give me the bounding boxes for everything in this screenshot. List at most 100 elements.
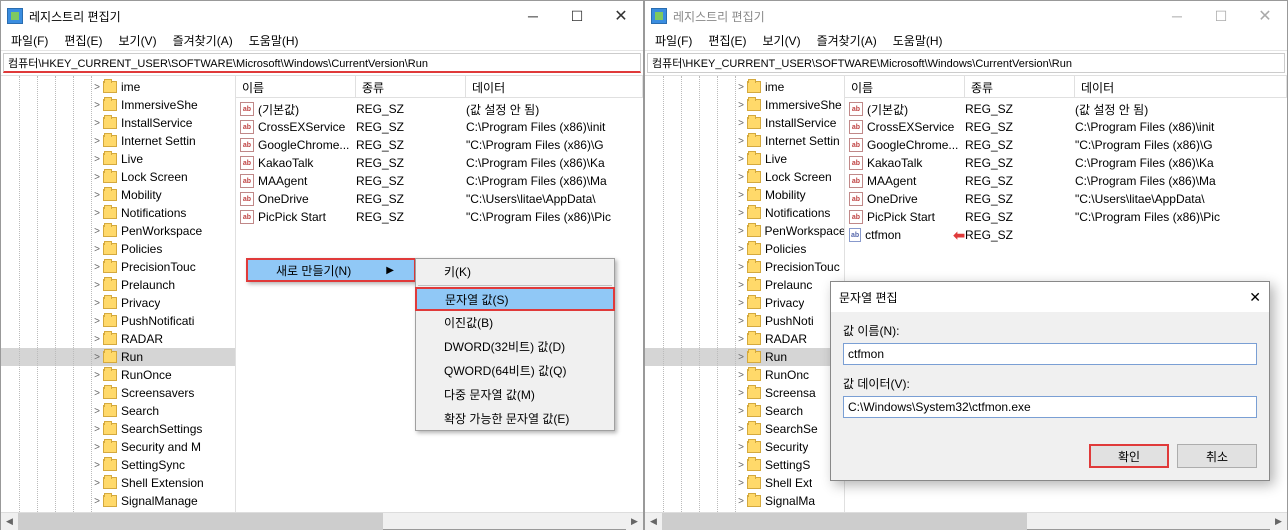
cancel-button[interactable]: 취소	[1177, 444, 1257, 468]
expand-icon[interactable]: >	[91, 424, 103, 435]
menu-file[interactable]: 파일(F)	[5, 30, 54, 51]
addressbar[interactable]: 컴퓨터\HKEY_CURRENT_USER\SOFTWARE\Microsoft…	[3, 53, 641, 73]
tree-item[interactable]: >Privacy	[645, 294, 844, 312]
ctx-new[interactable]: 새로 만들기(N) ▶	[246, 258, 416, 282]
tree-item[interactable]: >Search	[645, 402, 844, 420]
expand-icon[interactable]: >	[735, 442, 747, 453]
list-item[interactable]: abPicPick StartREG_SZ"C:\Program Files (…	[236, 208, 643, 226]
expand-icon[interactable]: >	[91, 262, 103, 273]
list-item[interactable]: abGoogleChrome...REG_SZ"C:\Program Files…	[845, 136, 1287, 154]
tree-item[interactable]: >PushNoti	[645, 312, 844, 330]
tree-item[interactable]: >Privacy	[1, 294, 235, 312]
menu-view[interactable]: 보기(V)	[112, 30, 162, 51]
expand-icon[interactable]: >	[735, 172, 747, 183]
tree-view[interactable]: >ime>ImmersiveShe>InstallService>Interne…	[645, 76, 845, 512]
expand-icon[interactable]: >	[735, 478, 747, 489]
expand-icon[interactable]: >	[91, 442, 103, 453]
expand-icon[interactable]: >	[91, 190, 103, 201]
scroll-left-icon[interactable]: ◀	[1, 513, 18, 530]
expand-icon[interactable]: >	[735, 118, 747, 129]
expand-icon[interactable]: >	[91, 316, 103, 327]
tree-item[interactable]: >ImmersiveShe	[1, 96, 235, 114]
tree-item[interactable]: >RunOnce	[1, 366, 235, 384]
tree-item[interactable]: >Mobility	[645, 186, 844, 204]
tree-item[interactable]: >Lock Screen	[645, 168, 844, 186]
expand-icon[interactable]: >	[91, 280, 103, 291]
maximize-button[interactable]: ☐	[1199, 1, 1243, 31]
tree-item[interactable]: >Shell Ext	[645, 474, 844, 492]
expand-icon[interactable]: >	[91, 172, 103, 183]
tree-view[interactable]: >ime>ImmersiveShe>InstallService>Interne…	[1, 76, 236, 512]
expand-icon[interactable]: >	[91, 478, 103, 489]
expand-icon[interactable]: >	[91, 154, 103, 165]
expand-icon[interactable]: >	[735, 226, 747, 237]
tree-item[interactable]: >SignalManage	[1, 492, 235, 510]
ctx-binary[interactable]: 이진값(B)	[416, 310, 614, 334]
tree-item[interactable]: >Live	[1, 150, 235, 168]
tree-item[interactable]: >SearchSe	[645, 420, 844, 438]
expand-icon[interactable]: >	[735, 154, 747, 165]
minimize-button[interactable]: ─	[1155, 1, 1199, 31]
tree-item[interactable]: >Security and M	[1, 438, 235, 456]
tree-item[interactable]: >PrecisionTouc	[645, 258, 844, 276]
menu-help[interactable]: 도움말(H)	[887, 30, 949, 51]
expand-icon[interactable]: >	[735, 496, 747, 507]
ctx-qword[interactable]: QWORD(64비트) 값(Q)	[416, 358, 614, 382]
expand-icon[interactable]: >	[91, 298, 103, 309]
tree-item[interactable]: >ime	[1, 78, 235, 96]
expand-icon[interactable]: >	[91, 208, 103, 219]
expand-icon[interactable]: >	[91, 388, 103, 399]
col-type[interactable]: 종류	[965, 76, 1075, 97]
list-item[interactable]: abOneDriveREG_SZ"C:\Users\litae\AppData\	[236, 190, 643, 208]
tree-item[interactable]: >Notifications	[1, 204, 235, 222]
expand-icon[interactable]: >	[735, 190, 747, 201]
expand-icon[interactable]: >	[91, 352, 103, 363]
scrollbar-horizontal[interactable]: ◀ ▶	[1, 512, 643, 529]
expand-icon[interactable]: >	[735, 424, 747, 435]
tree-item[interactable]: >Internet Settin	[645, 132, 844, 150]
tree-item[interactable]: >Prelaunc	[645, 276, 844, 294]
tree-item[interactable]: >SearchSettings	[1, 420, 235, 438]
tree-item[interactable]: >RunOnc	[645, 366, 844, 384]
name-input[interactable]	[843, 343, 1257, 365]
list-item[interactable]: abctfmon⬅REG_SZ	[845, 226, 1287, 244]
expand-icon[interactable]: >	[735, 370, 747, 381]
expand-icon[interactable]: >	[91, 370, 103, 381]
scrollbar-horizontal[interactable]: ◀ ▶	[645, 512, 1287, 529]
tree-item[interactable]: >Live	[645, 150, 844, 168]
titlebar[interactable]: 레지스트리 편집기 ─ ☐ ✕	[1, 1, 643, 31]
ctx-expand[interactable]: 확장 가능한 문자열 값(E)	[416, 406, 614, 430]
tree-item[interactable]: >ImmersiveShe	[645, 96, 844, 114]
minimize-button[interactable]: ─	[511, 1, 555, 31]
expand-icon[interactable]: >	[735, 208, 747, 219]
tree-item[interactable]: >PenWorkspace	[645, 222, 844, 240]
menu-favorites[interactable]: 즐겨찾기(A)	[167, 30, 239, 51]
expand-icon[interactable]: >	[735, 406, 747, 417]
expand-icon[interactable]: >	[91, 406, 103, 417]
expand-icon[interactable]: >	[91, 136, 103, 147]
tree-item[interactable]: >Run	[1, 348, 235, 366]
tree-item[interactable]: >Lock Screen	[1, 168, 235, 186]
col-type[interactable]: 종류	[356, 76, 466, 97]
ok-button[interactable]: 확인	[1089, 444, 1169, 468]
tree-item[interactable]: >InstallService	[645, 114, 844, 132]
close-button[interactable]: ✕	[599, 1, 643, 31]
close-button[interactable]: ✕	[1243, 1, 1287, 31]
expand-icon[interactable]: >	[91, 226, 103, 237]
expand-icon[interactable]: >	[91, 244, 103, 255]
expand-icon[interactable]: >	[91, 496, 103, 507]
tree-item[interactable]: >Prelaunch	[1, 276, 235, 294]
col-data[interactable]: 데이터	[466, 76, 643, 97]
list-item[interactable]: abOneDriveREG_SZ"C:\Users\litae\AppData\	[845, 190, 1287, 208]
expand-icon[interactable]: >	[735, 82, 747, 93]
tree-item[interactable]: >Run	[645, 348, 844, 366]
close-icon[interactable]: ✕	[1249, 289, 1261, 306]
menu-file[interactable]: 파일(F)	[649, 30, 698, 51]
tree-item[interactable]: >Policies	[645, 240, 844, 258]
expand-icon[interactable]: >	[735, 388, 747, 399]
list-item[interactable]: abCrossEXServiceREG_SZC:\Program Files (…	[236, 118, 643, 136]
tree-item[interactable]: >SettingS	[645, 456, 844, 474]
list-item[interactable]: abCrossEXServiceREG_SZC:\Program Files (…	[845, 118, 1287, 136]
tree-item[interactable]: >SignalMa	[645, 492, 844, 510]
tree-item[interactable]: >PushNotificati	[1, 312, 235, 330]
